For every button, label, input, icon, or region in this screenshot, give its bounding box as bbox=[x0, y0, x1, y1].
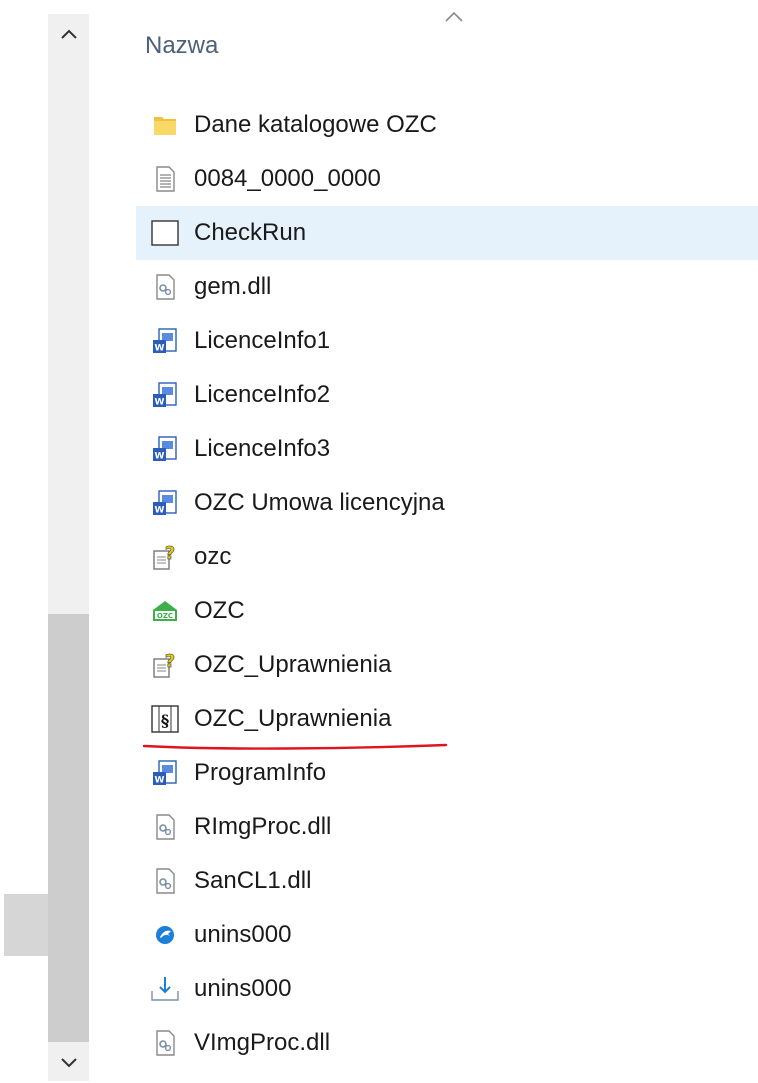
install-download-icon bbox=[148, 972, 182, 1006]
scroll-down-button[interactable] bbox=[48, 1043, 89, 1083]
help-file-icon: ? bbox=[148, 540, 182, 574]
file-name: OZC Umowa licencyjna bbox=[194, 489, 445, 516]
file-row[interactable]: ? OZC_Uprawnienia bbox=[136, 638, 758, 692]
svg-text:OZC: OZC bbox=[157, 612, 173, 620]
svg-text:?: ? bbox=[165, 651, 175, 672]
file-name: gem.dll bbox=[194, 273, 272, 300]
file-list: Dane katalogowe OZC 0084_0000_0000 CheckRu… bbox=[136, 98, 758, 1070]
blank-file-icon bbox=[148, 216, 182, 250]
chevron-down-icon bbox=[60, 1058, 77, 1068]
file-row[interactable]: W LicenceInfo1 bbox=[136, 314, 758, 368]
file-name: unins000 bbox=[194, 975, 292, 1002]
file-row[interactable]: unins000 bbox=[136, 908, 758, 962]
sort-ascending-icon[interactable] bbox=[442, 8, 466, 24]
word-document-icon: W bbox=[148, 756, 182, 790]
file-name: unins000 bbox=[194, 921, 292, 948]
word-document-icon: W bbox=[148, 432, 182, 466]
svg-text:§: § bbox=[161, 711, 169, 730]
folder-icon bbox=[148, 108, 182, 142]
dll-settings-icon bbox=[148, 864, 182, 898]
file-name: ProgramInfo bbox=[194, 759, 327, 786]
svg-text:W: W bbox=[155, 452, 165, 462]
svg-text:W: W bbox=[155, 344, 165, 354]
file-row[interactable]: W LicenceInfo2 bbox=[136, 368, 758, 422]
scroll-up-button[interactable] bbox=[48, 14, 89, 54]
file-row[interactable]: OZC OZC bbox=[136, 584, 758, 638]
file-row[interactable]: RImgProc.dll bbox=[136, 800, 758, 854]
file-name: OZC bbox=[194, 597, 245, 624]
file-name: LicenceInfo1 bbox=[194, 327, 331, 354]
vertical-scrollbar-thumb[interactable] bbox=[48, 614, 89, 1042]
dll-settings-icon bbox=[148, 270, 182, 304]
file-name: SanCL1.dll bbox=[194, 867, 312, 894]
file-name: LicenceInfo2 bbox=[194, 381, 331, 408]
svg-text:W: W bbox=[155, 398, 165, 408]
file-name: RImgProc.dll bbox=[194, 813, 332, 840]
red-underline-annotation bbox=[142, 743, 448, 750]
file-row[interactable]: SanCL1.dll bbox=[136, 854, 758, 908]
file-name: LicenceInfo3 bbox=[194, 435, 331, 462]
column-header-name[interactable]: Nazwa bbox=[145, 32, 218, 60]
word-document-icon: W bbox=[148, 486, 182, 520]
file-row[interactable]: Dane katalogowe OZC bbox=[136, 98, 758, 152]
word-document-icon: W bbox=[148, 378, 182, 412]
file-row[interactable]: gem.dll bbox=[136, 260, 758, 314]
svg-text:?: ? bbox=[165, 543, 175, 564]
file-row[interactable]: ? ozc bbox=[136, 530, 758, 584]
dll-settings-icon bbox=[148, 1026, 182, 1060]
chevron-up-icon bbox=[60, 29, 77, 39]
file-row[interactable]: W LicenceInfo3 bbox=[136, 422, 758, 476]
file-row[interactable]: W OZC Umowa licencyjna bbox=[136, 476, 758, 530]
help-file-icon: ? bbox=[148, 648, 182, 682]
dll-settings-icon bbox=[148, 810, 182, 844]
file-row[interactable]: § OZC_Uprawnienia bbox=[136, 692, 758, 746]
ozc-app-icon: OZC bbox=[148, 594, 182, 628]
file-name: VImgProc.dll bbox=[194, 1029, 331, 1056]
file-name: OZC_Uprawnienia bbox=[194, 651, 392, 678]
svg-text:W: W bbox=[155, 506, 165, 516]
svg-text:W: W bbox=[155, 776, 165, 786]
uninstaller-icon bbox=[148, 918, 182, 952]
file-name: CheckRun bbox=[194, 219, 307, 246]
file-row[interactable]: CheckRun bbox=[136, 206, 758, 260]
file-name: ozc bbox=[194, 543, 232, 570]
file-row[interactable]: 0084_0000_0000 bbox=[136, 152, 758, 206]
word-document-icon: W bbox=[148, 324, 182, 358]
text-document-icon bbox=[148, 162, 182, 196]
left-pane-edge bbox=[4, 894, 48, 956]
file-name: OZC_Uprawnienia bbox=[194, 705, 392, 732]
file-row[interactable]: VImgProc.dll bbox=[136, 1016, 758, 1070]
file-name: 0084_0000_0000 bbox=[194, 165, 381, 192]
file-row[interactable]: unins000 bbox=[136, 962, 758, 1016]
file-name: Dane katalogowe OZC bbox=[194, 111, 437, 138]
paragraph-document-icon: § bbox=[148, 702, 182, 736]
